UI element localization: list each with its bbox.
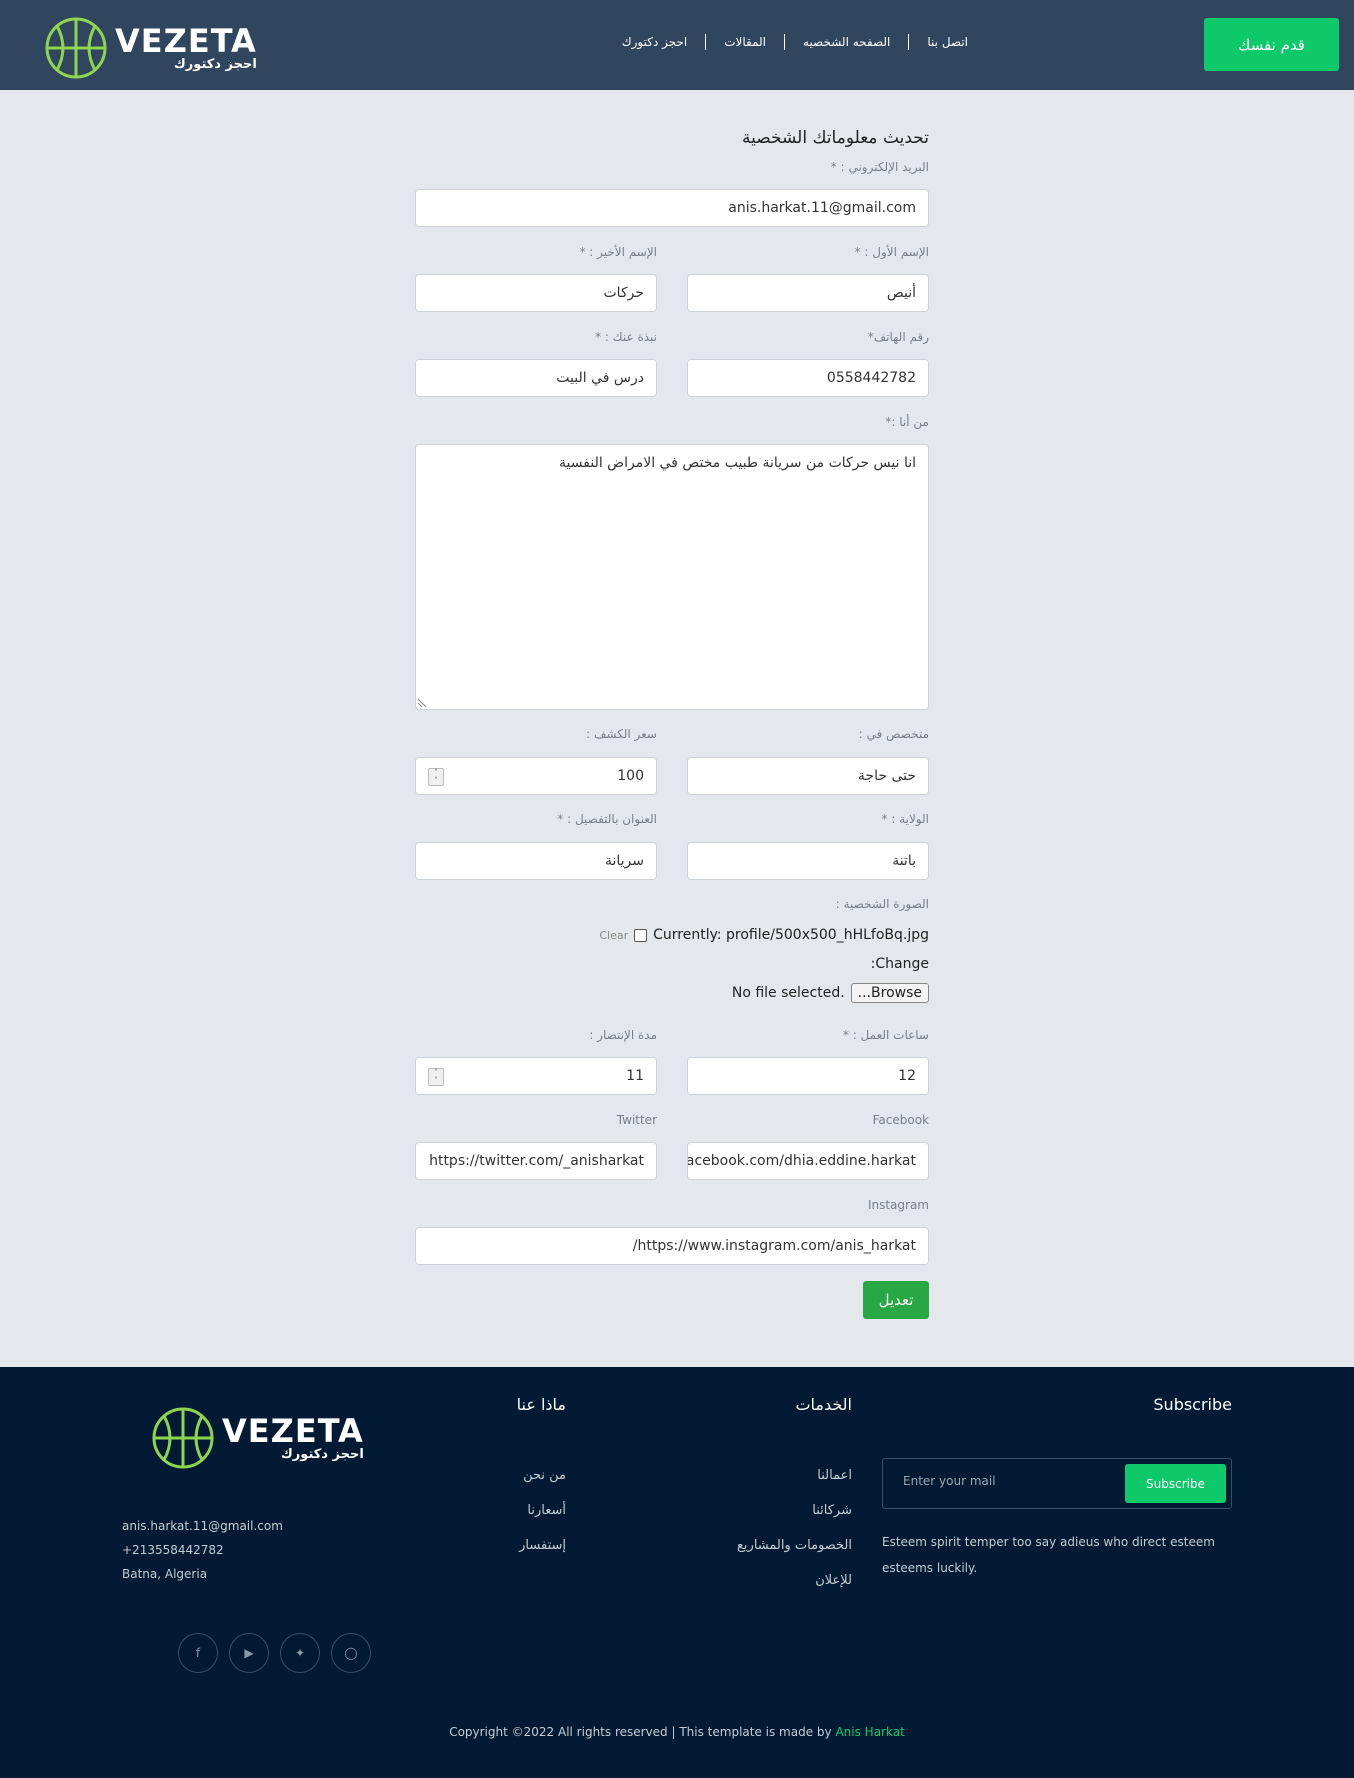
current-photo-path: Currently: profile/500x500_hHLfoBq.jpg [653,927,929,943]
link-prices[interactable]: أسعارنا [517,1503,566,1518]
site-logo[interactable]: VEZETA احجز دكتورك [45,17,257,79]
browse-button[interactable]: Browse... [850,983,929,1003]
facebook-icon[interactable]: f [178,1633,218,1673]
email-label: البريد الإلكتروني : * [830,160,929,174]
nav-profile[interactable]: الصفحه الشخصيه [784,34,908,50]
wait-value: 11 [626,1068,644,1084]
last-name-field[interactable]: حركات [415,274,657,312]
state-label: الولاية : * [881,812,929,826]
hours-field[interactable]: 12 [687,1057,929,1095]
services-title: الخدمات [795,1395,852,1414]
contact-address: Batna, Algeria [122,1567,208,1581]
price-value: 100 [617,768,644,784]
social-links: f ▶ ✦ ◯ [178,1633,382,1673]
top-navbar: VEZETA احجز دكتورك اتصل بنا الصفحه الشخص… [0,0,1354,90]
resize-grip-icon[interactable] [418,697,428,707]
bio-short-field[interactable]: درس في البيت [415,359,657,397]
author-link[interactable]: Anis Harkat [835,1725,904,1739]
clear-label: Clear [599,928,629,942]
submit-button[interactable]: تعديل [863,1281,929,1319]
first-name-field[interactable]: أنيص [687,274,929,312]
current-photo-row: Currently: profile/500x500_hHLfoBq.jpg C… [599,927,929,943]
specialty-field[interactable]: حتى حاجة [687,757,929,795]
wait-stepper[interactable]: ˄ ˅ [428,1068,444,1086]
link-inquiry[interactable]: إستفسار [517,1538,566,1553]
photo-label: الصورة الشخصية : [835,897,929,911]
logo-subtitle: احجز دكتورك [280,1447,364,1462]
footer-services-column: الخدمات اعمالنا شركائنا الخصومات والمشار… [737,1395,852,1608]
site-footer: VEZETA احجز دكتورك anis.harkat.11@gmail.… [0,1367,1354,1778]
instagram-icon[interactable]: ◯ [331,1633,371,1673]
subscribe-title: Subscribe [1153,1395,1232,1414]
basketball-icon [45,17,107,79]
youtube-icon[interactable]: ▶ [229,1633,269,1673]
price-stepper[interactable]: ˄ ˅ [428,768,444,786]
hours-label: ساعات العمل : * [842,1028,929,1042]
address-field[interactable]: سريانة [415,842,657,880]
price-label: سعر الكشف : [586,727,657,741]
subscribe-button[interactable]: Subscribe [1125,1464,1226,1503]
phone-field[interactable]: 0558442782 [687,359,929,397]
first-name-label: الإسم الأول : * [854,245,929,259]
price-field[interactable]: 100 ˄ ˅ [415,757,657,795]
page-title: تحديث معلوماتك الشخصية [742,128,929,148]
logo-text: VEZETA [222,1412,364,1450]
about-title: ماذا عنا [516,1395,566,1414]
subscribe-email-input[interactable]: Enter your mail [903,1474,996,1488]
phone-label: رقم الهاتف* [867,330,929,344]
bio-short-label: نبذة عنك : * [595,330,657,344]
main-nav: اتصل بنا الصفحه الشخصيه المقالات احجز دك… [604,34,986,50]
copyright: Copyright ©2022 All rights reserved | Th… [0,1725,1354,1739]
link-discounts[interactable]: الخصومات والمشاريع [737,1538,852,1553]
copyright-text: Copyright ©2022 All rights reserved | Th… [449,1725,832,1739]
logo-subtitle: احجز دكتورك [173,57,257,72]
about-label: من أنا :* [885,415,929,429]
link-partners[interactable]: شركائنا [737,1503,852,1518]
link-about-us[interactable]: من نحن [517,1468,566,1483]
apply-button[interactable]: قدم نفسك [1204,18,1339,71]
link-our-work[interactable]: اعمالنا [737,1468,852,1483]
file-input: Browse... No file selected. [732,983,929,1003]
facebook-label: Facebook [872,1113,929,1127]
no-file-text: No file selected. [731,985,845,1001]
wait-label: مدة الإنتضار : [589,1028,657,1042]
instagram-label: Instagram [867,1198,929,1212]
link-advertise[interactable]: للإعلان [737,1573,852,1588]
basketball-icon [152,1407,214,1469]
about-text: انا نيس حركات من سريانة طبيب مختص في الا… [559,455,916,471]
logo-text: VEZETA [115,22,257,60]
last-name-label: الإسم الأخير : * [579,245,657,259]
nav-contact[interactable]: اتصل بنا [908,34,986,50]
address-label: العنوان بالتفصيل : * [557,812,657,826]
twitter-icon[interactable]: ✦ [280,1633,320,1673]
wait-field[interactable]: 11 ˄ ˅ [415,1057,657,1095]
about-textarea[interactable]: انا نيس حركات من سريانة طبيب مختص في الا… [415,444,929,710]
twitter-field[interactable]: https://twitter.com/_anisharkat [415,1142,657,1180]
contact-email[interactable]: anis.harkat.11@gmail.com [122,1514,283,1538]
facebook-field[interactable]: https://www.facebook.com/dhia.eddine.har… [687,1142,929,1180]
nav-book-doctor[interactable]: احجز دكتورك [604,34,706,50]
subscribe-description: Esteem spirit temper too say adieus who … [882,1535,1215,1575]
nav-articles[interactable]: المقالات [705,34,784,50]
footer-contact: anis.harkat.11@gmail.com +213558442782 B… [122,1514,283,1586]
footer-logo[interactable]: VEZETA احجز دكتورك [152,1407,364,1469]
contact-phone: +213558442782 [122,1543,224,1557]
twitter-label: Twitter [616,1113,657,1127]
email-field[interactable]: anis.harkat.11@gmail.com [415,189,929,227]
specialty-label: متخصص في : [858,727,929,741]
instagram-field[interactable]: https://www.instagram.com/anis_harkat/ [415,1227,929,1265]
subscribe-form: Enter your mail Subscribe [882,1458,1232,1509]
state-field[interactable]: باتنة [687,842,929,880]
footer-about-column: ماذا عنا من نحن أسعارنا إستفسار [517,1395,566,1573]
clear-checkbox[interactable] [634,928,648,942]
change-label: Change: [870,956,929,972]
